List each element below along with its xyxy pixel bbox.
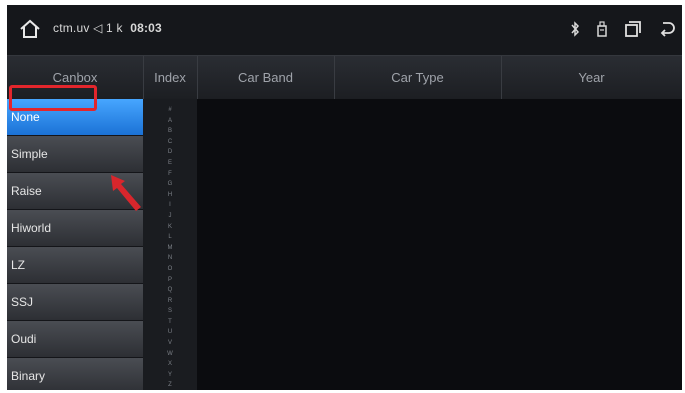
index-letter[interactable]: L: [168, 232, 171, 243]
canbox-item-label: Simple: [11, 147, 48, 161]
index-letter[interactable]: E: [168, 158, 172, 169]
index-letter[interactable]: X: [168, 359, 172, 370]
index-letter[interactable]: C: [168, 137, 172, 148]
canbox-item-oudi[interactable]: Oudi: [7, 321, 143, 358]
index-letter[interactable]: T: [168, 317, 172, 328]
canbox-item-hiworld[interactable]: Hiworld: [7, 210, 143, 247]
back-icon[interactable]: [658, 20, 676, 38]
status-info: ctm.uv ◁ 1 k 08:03: [53, 21, 162, 35]
status-clock: 08:03: [130, 21, 162, 35]
index-letter[interactable]: H: [168, 190, 172, 201]
vehicle-list-area: [197, 99, 682, 390]
header-index: Index: [143, 56, 198, 100]
canbox-item-label: None: [11, 110, 40, 124]
index-letter[interactable]: #: [168, 105, 171, 116]
header-year: Year: [578, 70, 605, 85]
canbox-list: None Simple Raise Hiworld LZ SSJ Oudi Bi…: [7, 99, 143, 390]
canbox-item-binary[interactable]: Binary: [7, 358, 143, 390]
index-letter[interactable]: N: [168, 253, 172, 264]
status-icons: [554, 17, 676, 41]
index-letter[interactable]: Y: [168, 370, 172, 381]
index-letter[interactable]: K: [168, 222, 172, 233]
index-letter[interactable]: U: [168, 327, 172, 338]
recent-apps-icon[interactable]: [624, 20, 642, 38]
canbox-item-lz[interactable]: LZ: [7, 247, 143, 284]
index-letter[interactable]: S: [168, 306, 172, 317]
canbox-item-label: LZ: [11, 258, 26, 272]
index-letter[interactable]: Z: [168, 380, 172, 390]
canbox-item-label: Raise: [11, 184, 42, 198]
canbox-item-label: Binary: [11, 369, 46, 383]
index-letter[interactable]: I: [169, 200, 171, 211]
status-info-text: ctm.uv ◁ 1 k: [53, 21, 123, 35]
index-letter[interactable]: B: [168, 126, 172, 137]
index-letter[interactable]: R: [168, 296, 172, 307]
table-header: Canbox Index Car Band Car Type Year: [7, 55, 682, 100]
highlight-box: [9, 85, 97, 111]
annotation-arrow-icon: [107, 171, 143, 213]
canbox-item-ssj[interactable]: SSJ: [7, 284, 143, 321]
index-strip[interactable]: # A B C D E F G H I J K L M N O P Q R S T U V W X Y Z: [143, 99, 197, 390]
usb-icon: [596, 21, 608, 37]
status-bar: ctm.uv ◁ 1 k 08:03: [7, 5, 682, 55]
header-car-type: Car Type: [334, 56, 502, 100]
index-letter[interactable]: D: [168, 147, 172, 158]
index-letter[interactable]: W: [167, 349, 173, 360]
index-letter[interactable]: Q: [168, 285, 173, 296]
canbox-item-label: SSJ: [11, 295, 34, 309]
index-letter[interactable]: P: [168, 275, 172, 286]
index-letter[interactable]: O: [168, 264, 173, 275]
car-settings-screen: ctm.uv ◁ 1 k 08:03 Canbox Index Car Band…: [7, 5, 682, 390]
canbox-item-simple[interactable]: Simple: [7, 136, 143, 173]
canbox-item-label: Hiworld: [11, 221, 52, 235]
header-car-brand: Car Band: [197, 56, 335, 100]
index-letter[interactable]: M: [168, 243, 173, 254]
index-letter[interactable]: V: [168, 338, 172, 349]
canbox-item-label: Oudi: [11, 332, 37, 346]
index-letter[interactable]: A: [168, 116, 172, 127]
home-icon[interactable]: [19, 19, 41, 39]
index-letter[interactable]: F: [168, 169, 172, 180]
index-letter[interactable]: J: [169, 211, 172, 222]
index-letter[interactable]: G: [168, 179, 173, 190]
bluetooth-icon: [570, 21, 580, 37]
